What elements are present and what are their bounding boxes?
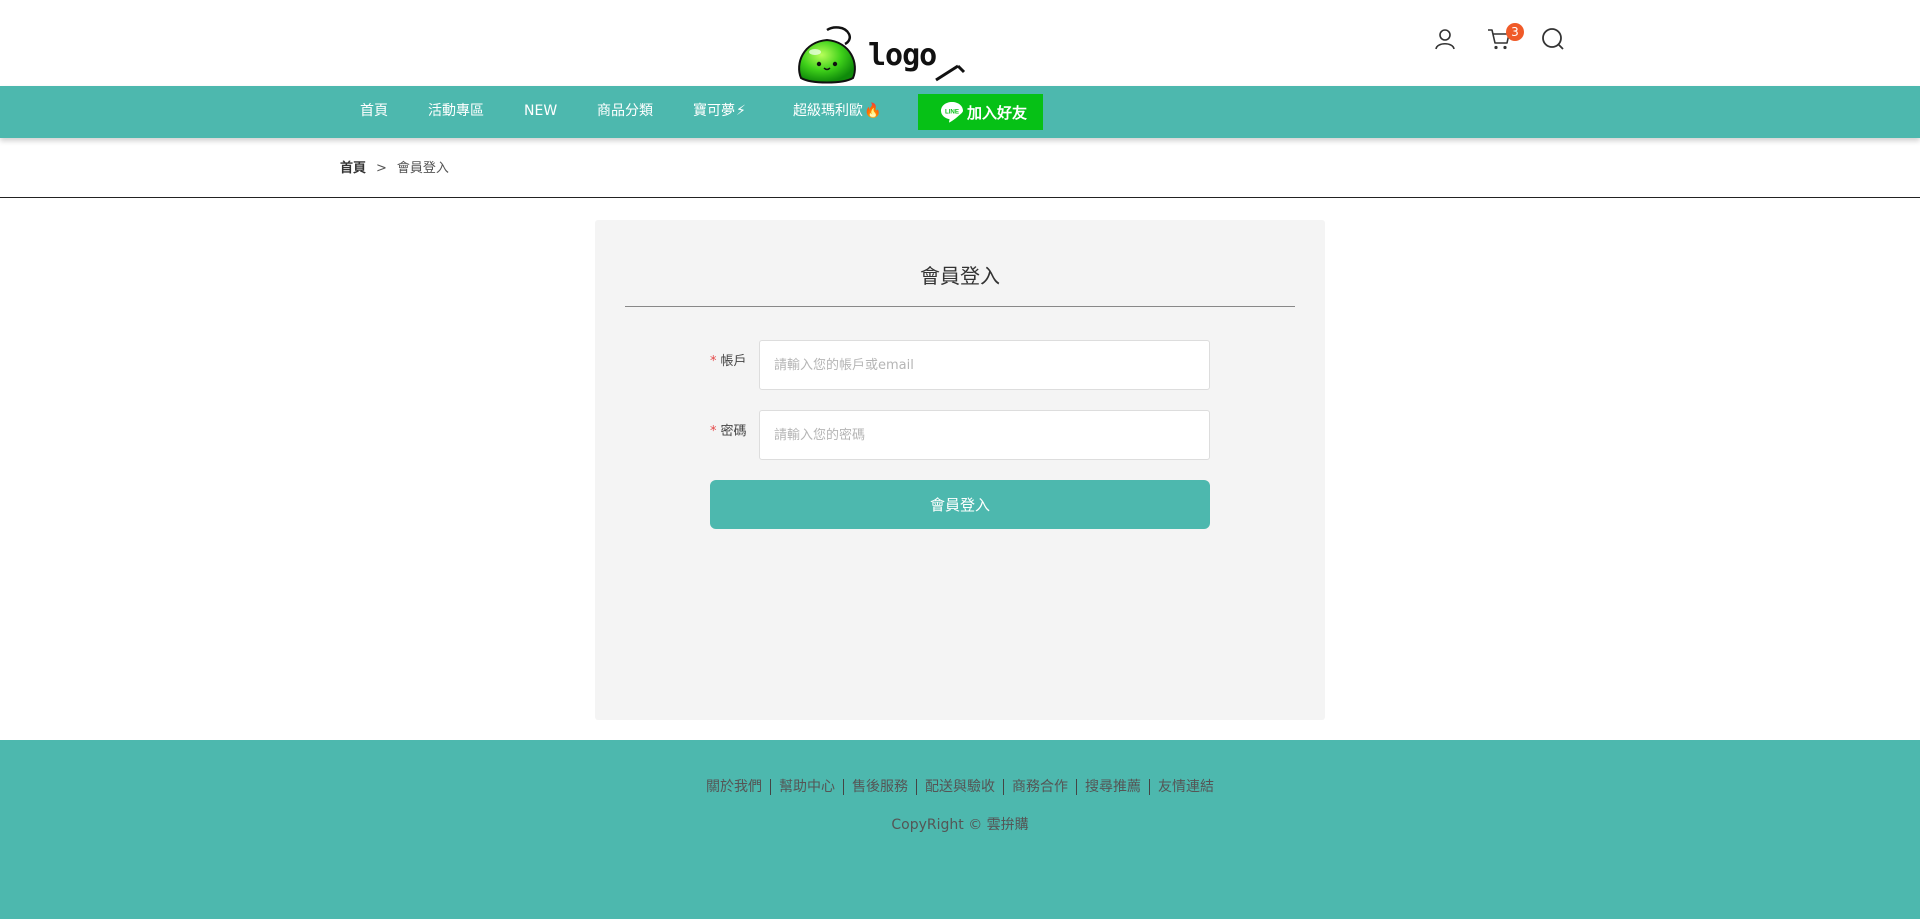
logo-wordmark: logo — [868, 38, 937, 73]
breadcrumb-separator: > — [376, 161, 387, 176]
nav-item-label: 寶可夢 — [693, 103, 735, 119]
logo-swoosh-icon — [935, 64, 966, 82]
nav-item-new[interactable]: NEW — [524, 86, 557, 138]
footer-link-delivery[interactable]: 配送與驗收 — [916, 779, 1003, 795]
breadcrumb-home-link[interactable]: 首頁 — [340, 161, 366, 176]
login-title-divider — [625, 306, 1295, 307]
nav-item-label: 首頁 — [360, 103, 388, 119]
password-label-text: 密碼 — [720, 424, 747, 439]
header-actions: 3 — [1432, 23, 1572, 56]
site-footer: 關於我們 幫助中心 售後服務 配送與驗收 商務合作 搜尋推薦 友情連結 CopyRight … — [0, 740, 1920, 919]
nav-item-label: NEW — [524, 103, 558, 119]
nav-item-categories[interactable]: 商品分類 — [597, 86, 653, 138]
nav-item-events[interactable]: 活動專區 — [428, 86, 484, 138]
footer-link-help[interactable]: 幫助中心 — [770, 779, 843, 795]
account-label-text: 帳戶 — [720, 354, 747, 369]
nav-item-label: 超級瑪利歐 — [793, 103, 863, 119]
breadcrumb: 首頁 > 會員登入 — [340, 157, 449, 176]
footer-link-after-sales[interactable]: 售後服務 — [843, 779, 916, 795]
fire-icon: 🔥 — [864, 103, 882, 119]
footer-copyright: CopyRight © 雲拚購 — [891, 817, 1029, 833]
site-header: logo 3 — [0, 0, 1920, 86]
footer-link-search-recommend[interactable]: 搜尋推薦 — [1076, 779, 1149, 795]
site-logo[interactable]: logo — [790, 16, 970, 84]
login-title: 會員登入 — [920, 264, 1000, 288]
breadcrumb-current: 會員登入 — [396, 161, 449, 176]
nav-item-label: 商品分類 — [597, 103, 653, 119]
line-logo-icon: LINE — [941, 102, 963, 123]
footer-links: 關於我們 幫助中心 售後服務 配送與驗收 商務合作 搜尋推薦 友情連結 — [0, 776, 1920, 796]
login-card: 會員登入 *帳戶 *密碼 會員登入 — [595, 220, 1325, 720]
footer-link-about[interactable]: 關於我們 — [698, 779, 770, 795]
line-add-friend-button[interactable]: LINE 加入好友 — [918, 94, 1043, 130]
required-mark: * — [710, 354, 717, 369]
nav-item-label: 活動專區 — [428, 103, 484, 119]
breadcrumb-divider — [0, 197, 1920, 198]
nav-item-super-mario[interactable]: 超級瑪利歐🔥 — [793, 86, 881, 138]
required-mark: * — [710, 424, 717, 439]
user-account-icon[interactable] — [1432, 26, 1458, 52]
password-input[interactable] — [759, 410, 1210, 460]
svg-text:LINE: LINE — [945, 109, 959, 116]
lightning-icon: ⚡ — [736, 103, 746, 119]
slime-mascot-icon — [798, 26, 856, 84]
nav-item-pokemon[interactable]: 寶可夢⚡ — [693, 86, 746, 138]
line-add-friend-label: 加入好友 — [967, 103, 1028, 122]
account-input[interactable] — [759, 340, 1210, 390]
cart-count-badge: 3 — [1506, 23, 1524, 41]
main-navigation: 首頁 活動專區 NEW 商品分類 寶可夢⚡ 超級瑪利歐🔥 LINE 加入好友 — [0, 86, 1920, 138]
nav-item-home[interactable]: 首頁 — [360, 86, 388, 138]
footer-link-friends[interactable]: 友情連結 — [1149, 779, 1222, 795]
login-submit-button[interactable]: 會員登入 — [710, 480, 1210, 529]
search-icon[interactable] — [1540, 26, 1566, 52]
footer-link-business[interactable]: 商務合作 — [1003, 779, 1076, 795]
